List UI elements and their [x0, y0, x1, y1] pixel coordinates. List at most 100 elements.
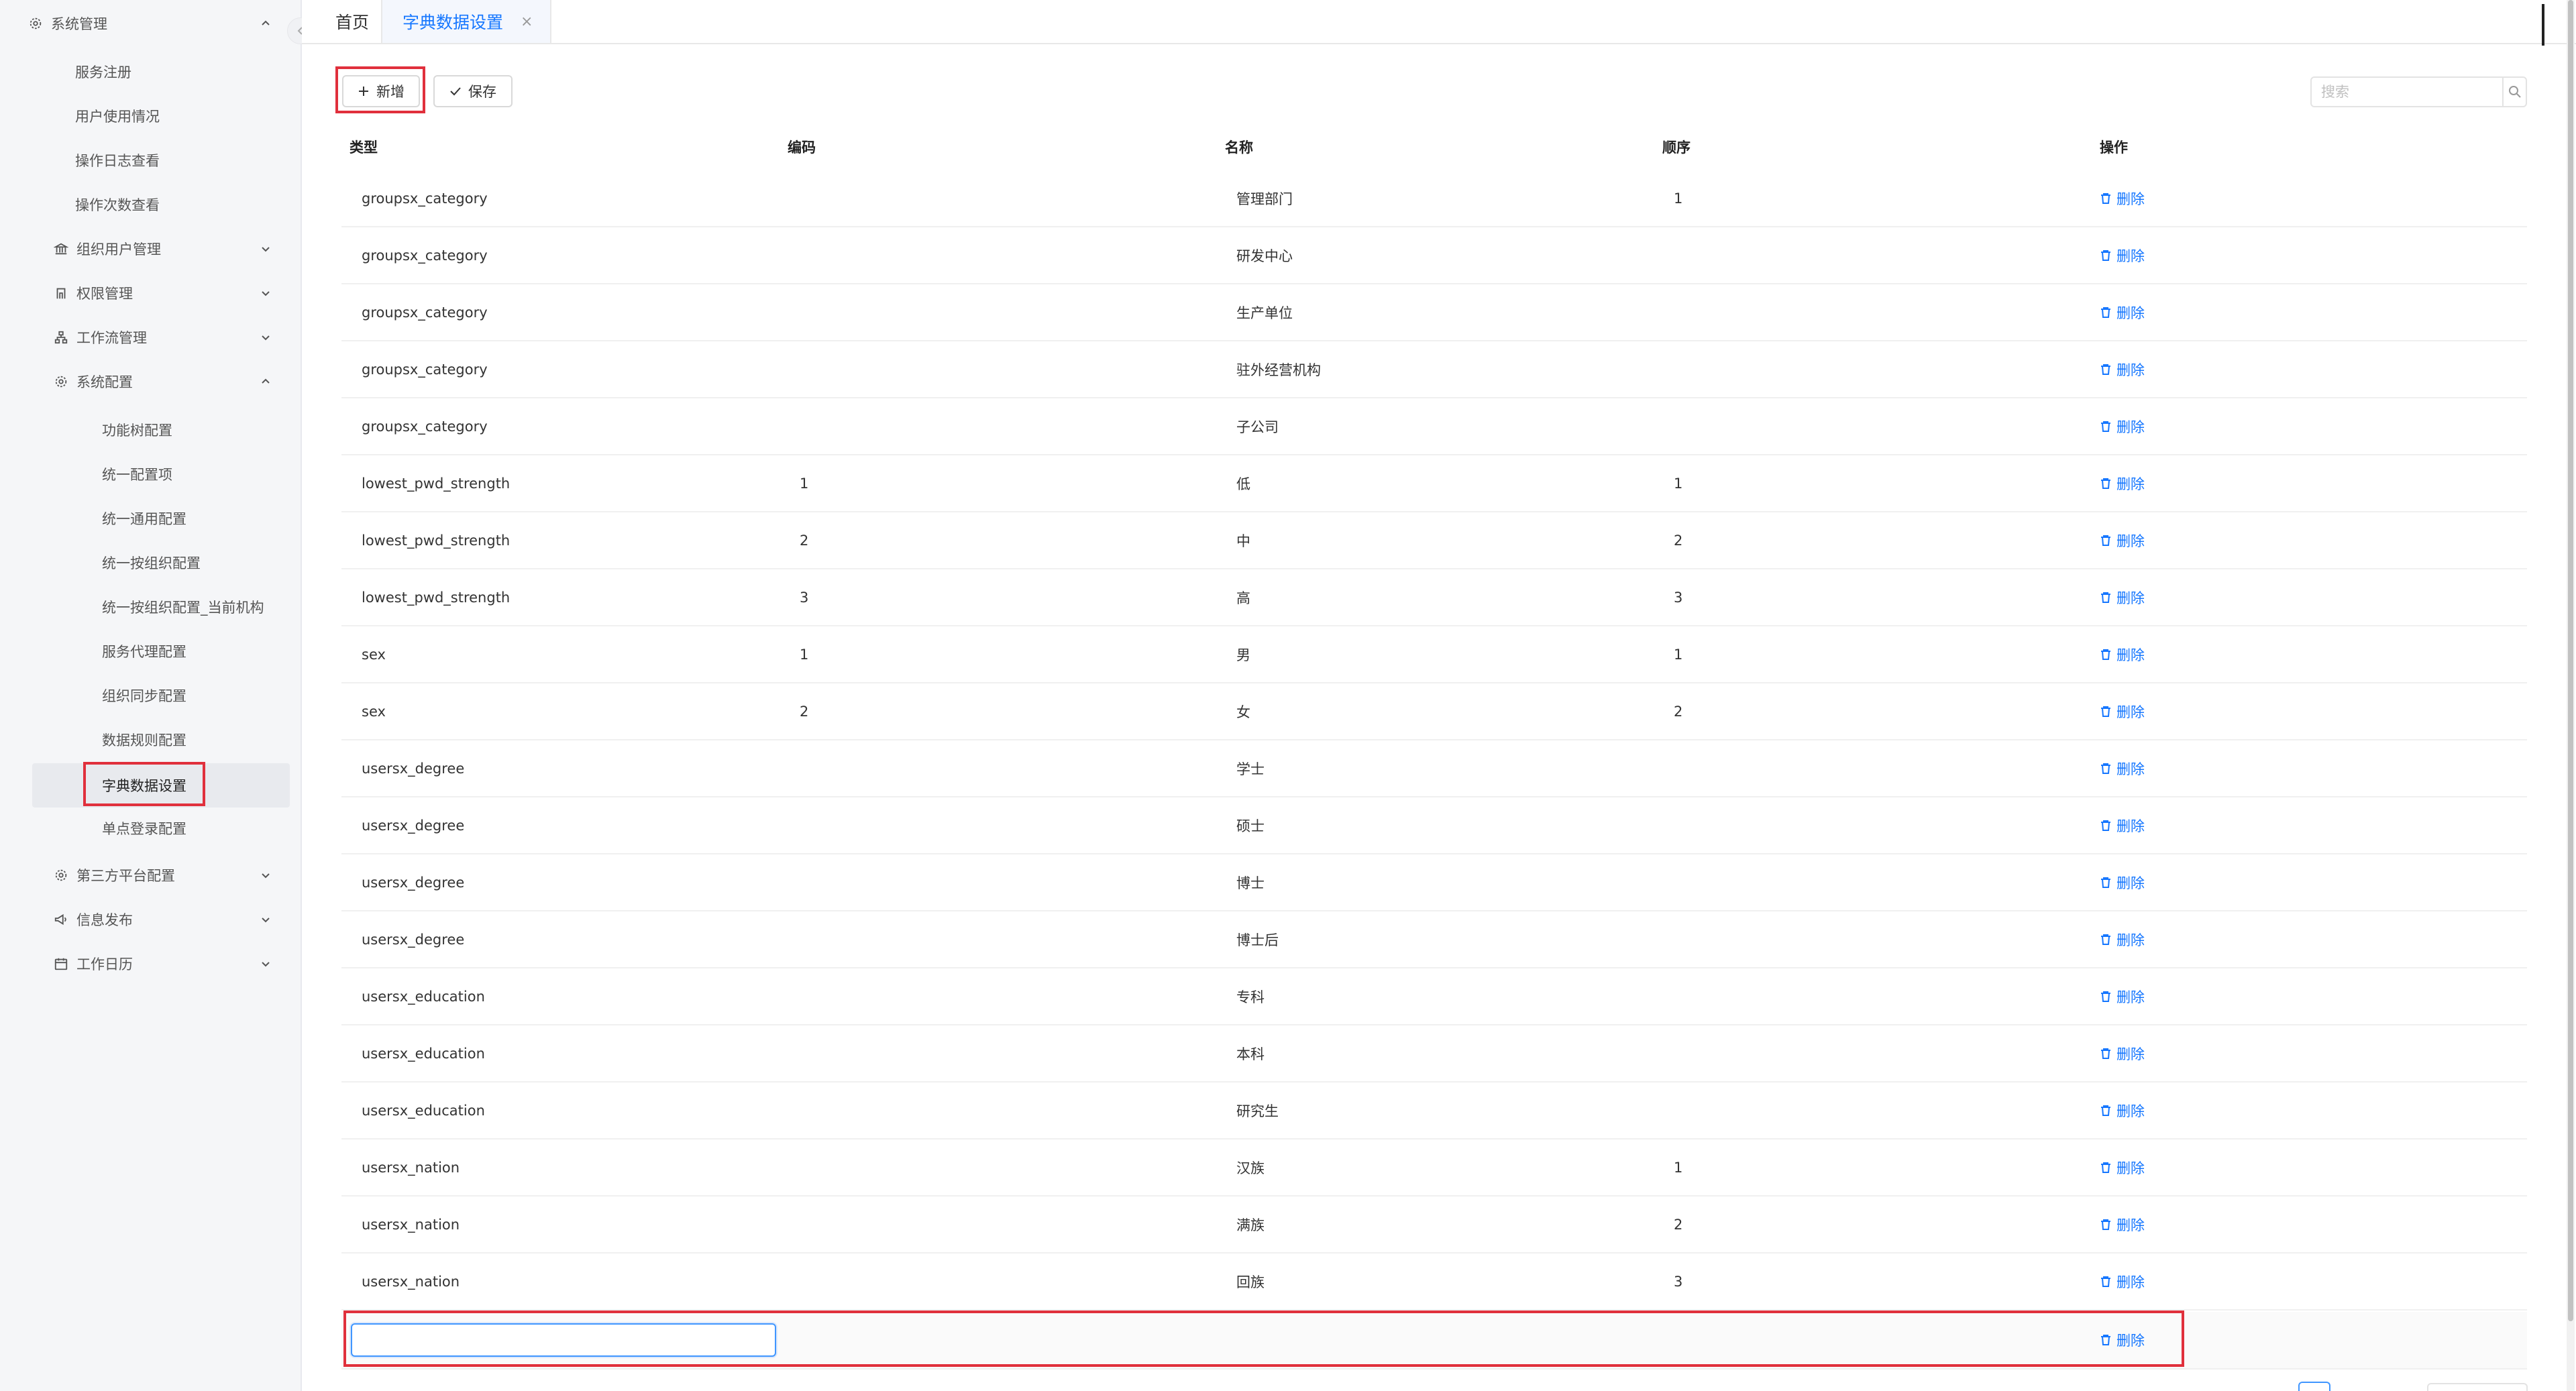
sidebar-item-unified-general[interactable]: 统一通用配置: [0, 496, 302, 541]
sidebar-item-permission-management[interactable]: 权限管理: [0, 271, 302, 315]
sidebar-item-by-org[interactable]: 统一按组织配置: [0, 541, 302, 585]
table-row[interactable]: usersx_education 本科 删除: [341, 1025, 2527, 1082]
table-row[interactable]: usersx_nation 回族 3 删除: [341, 1254, 2527, 1311]
delete-button[interactable]: 删除: [2100, 1082, 2145, 1138]
sidebar-item-service-register[interactable]: 服务注册: [0, 50, 302, 94]
close-icon[interactable]: ×: [521, 13, 533, 30]
table-row[interactable]: usersx_nation 满族 2 删除: [341, 1197, 2527, 1254]
sidebar-item-operation-count[interactable]: 操作次数查看: [0, 182, 302, 227]
chevron-down-icon: [258, 911, 274, 928]
tab-home[interactable]: 首页: [335, 0, 369, 43]
table-row[interactable]: sex 2 女 2 删除: [341, 683, 2527, 740]
delete-button[interactable]: 删除: [2100, 1312, 2145, 1368]
sidebar-item-operation-log[interactable]: 操作日志查看: [0, 138, 302, 182]
page-size-select[interactable]: [2427, 1383, 2528, 1391]
table-row[interactable]: usersx_degree 硕士 删除: [341, 797, 2527, 854]
table-row[interactable]: groupsx_category 驻外经营机构 删除: [341, 341, 2527, 398]
table-row[interactable]: groupsx_category 生产单位 删除: [341, 284, 2527, 341]
delete-button[interactable]: 删除: [2100, 512, 2145, 568]
delete-button[interactable]: 删除: [2100, 455, 2145, 511]
table-row[interactable]: groupsx_category 研发中心 删除: [341, 227, 2527, 284]
type-cell: usersx_degree: [362, 874, 465, 891]
delete-button[interactable]: 删除: [2100, 683, 2145, 739]
type-cell: lowest_pwd_strength: [362, 475, 511, 492]
code-cell: 3: [800, 589, 809, 606]
delete-button[interactable]: 删除: [2100, 341, 2145, 397]
search-input[interactable]: [2312, 78, 2502, 106]
add-button[interactable]: 新增: [342, 75, 420, 107]
delete-label: 删除: [2116, 989, 2145, 1005]
delete-button[interactable]: 删除: [2100, 1139, 2145, 1195]
sidebar-item-label: 服务注册: [75, 64, 131, 80]
delete-button[interactable]: 删除: [2100, 797, 2145, 853]
sidebar-item-system-config[interactable]: 系统配置: [0, 359, 302, 404]
delete-button[interactable]: 删除: [2100, 854, 2145, 910]
table-row[interactable]: lowest_pwd_strength 3 高 3 删除: [341, 569, 2527, 626]
table-row[interactable]: usersx_degree 博士 删除: [341, 854, 2527, 911]
type-cell: lowest_pwd_strength: [362, 589, 511, 606]
trash-icon: [2101, 535, 2110, 546]
sidebar-item-dict-settings[interactable]: 字典数据设置: [32, 763, 290, 808]
delete-button[interactable]: 删除: [2100, 284, 2145, 340]
delete-button[interactable]: 删除: [2100, 170, 2145, 226]
name-cell: 中: [1236, 533, 1250, 549]
column-header-code: 编码: [788, 140, 816, 156]
sidebar-item-label: 字典数据设置: [102, 778, 186, 794]
table-row[interactable]: lowest_pwd_strength 1 低 1 删除: [341, 455, 2527, 512]
megaphone-icon: [52, 911, 70, 928]
table-row[interactable]: sex 1 男 1 删除: [341, 626, 2527, 683]
sidebar-item-org-sync[interactable]: 组织同步配置: [0, 673, 302, 718]
sidebar-item-data-rule[interactable]: 数据规则配置: [0, 718, 302, 762]
delete-button[interactable]: 删除: [2100, 626, 2145, 682]
table-row[interactable]: usersx_education 研究生 删除: [341, 1082, 2527, 1139]
table-row[interactable]: lowest_pwd_strength 2 中 2 删除: [341, 512, 2527, 569]
trash-icon: [2101, 877, 2110, 888]
delete-button[interactable]: 删除: [2100, 1254, 2145, 1309]
trash-icon: [2101, 249, 2110, 261]
delete-button[interactable]: 删除: [2100, 1025, 2145, 1081]
name-cell: 生产单位: [1236, 304, 1293, 321]
tab-dict-settings[interactable]: 字典数据设置 ×: [381, 0, 552, 43]
sidebar-item-info-publish[interactable]: 信息发布: [0, 897, 302, 942]
table-row[interactable]: groupsx_category 子公司 删除: [341, 398, 2527, 455]
user-icon: [52, 284, 70, 302]
gear-icon: [52, 373, 70, 390]
delete-button[interactable]: 删除: [2100, 911, 2145, 967]
sidebar-item-sso[interactable]: 单点登录配置: [0, 806, 302, 850]
delete-button[interactable]: 删除: [2100, 398, 2145, 454]
table-row[interactable]: usersx_degree 博士后 删除: [341, 911, 2527, 968]
chevron-down-icon: [258, 956, 274, 972]
sidebar-item-by-org-current[interactable]: 统一按组织配置_当前机构: [0, 585, 302, 629]
sidebar-item-unified-config[interactable]: 统一配置项: [0, 452, 302, 496]
sidebar-item-org-user-management[interactable]: 组织用户管理: [0, 227, 302, 271]
save-button[interactable]: 保存: [433, 75, 513, 107]
delete-button[interactable]: 删除: [2100, 740, 2145, 796]
delete-button[interactable]: 删除: [2100, 1197, 2145, 1252]
sidebar-item-label: 操作次数查看: [75, 197, 160, 213]
sidebar-item-service-proxy[interactable]: 服务代理配置: [0, 629, 302, 673]
sidebar-item-work-calendar[interactable]: 工作日历: [0, 942, 302, 986]
sidebar-item-label: 信息发布: [76, 912, 133, 928]
sidebar-item-user-usage[interactable]: 用户使用情况: [0, 94, 302, 138]
trash-icon: [2101, 991, 2110, 1002]
delete-button[interactable]: 删除: [2100, 227, 2145, 283]
delete-button[interactable]: 删除: [2100, 569, 2145, 625]
table-row[interactable]: usersx_degree 学士 删除: [341, 740, 2527, 797]
type-edit-input[interactable]: [351, 1323, 776, 1357]
delete-button[interactable]: 删除: [2100, 968, 2145, 1024]
table-row[interactable]: usersx_nation 汉族 1 删除: [341, 1139, 2527, 1197]
order-cell: 2: [1674, 1216, 1683, 1233]
sidebar-item-workflow-management[interactable]: 工作流管理: [0, 315, 302, 359]
scrollbar-thumb[interactable]: [2568, 0, 2573, 1321]
table-row[interactable]: groupsx_category 管理部门 1 删除: [341, 170, 2527, 227]
search-button[interactable]: [2502, 78, 2526, 106]
table-row[interactable]: usersx_education 专科 删除: [341, 968, 2527, 1025]
name-cell: 本科: [1236, 1046, 1265, 1062]
sidebar-item-function-tree[interactable]: 功能树配置: [0, 408, 302, 452]
sidebar-item-label: 服务代理配置: [102, 644, 186, 660]
pager-button[interactable]: [2298, 1382, 2330, 1391]
code-cell: 1: [800, 646, 809, 663]
sidebar-item-third-party[interactable]: 第三方平台配置: [0, 853, 302, 897]
name-cell: 低: [1236, 476, 1250, 492]
sidebar-item-system-management[interactable]: 系统管理: [0, 1, 302, 46]
